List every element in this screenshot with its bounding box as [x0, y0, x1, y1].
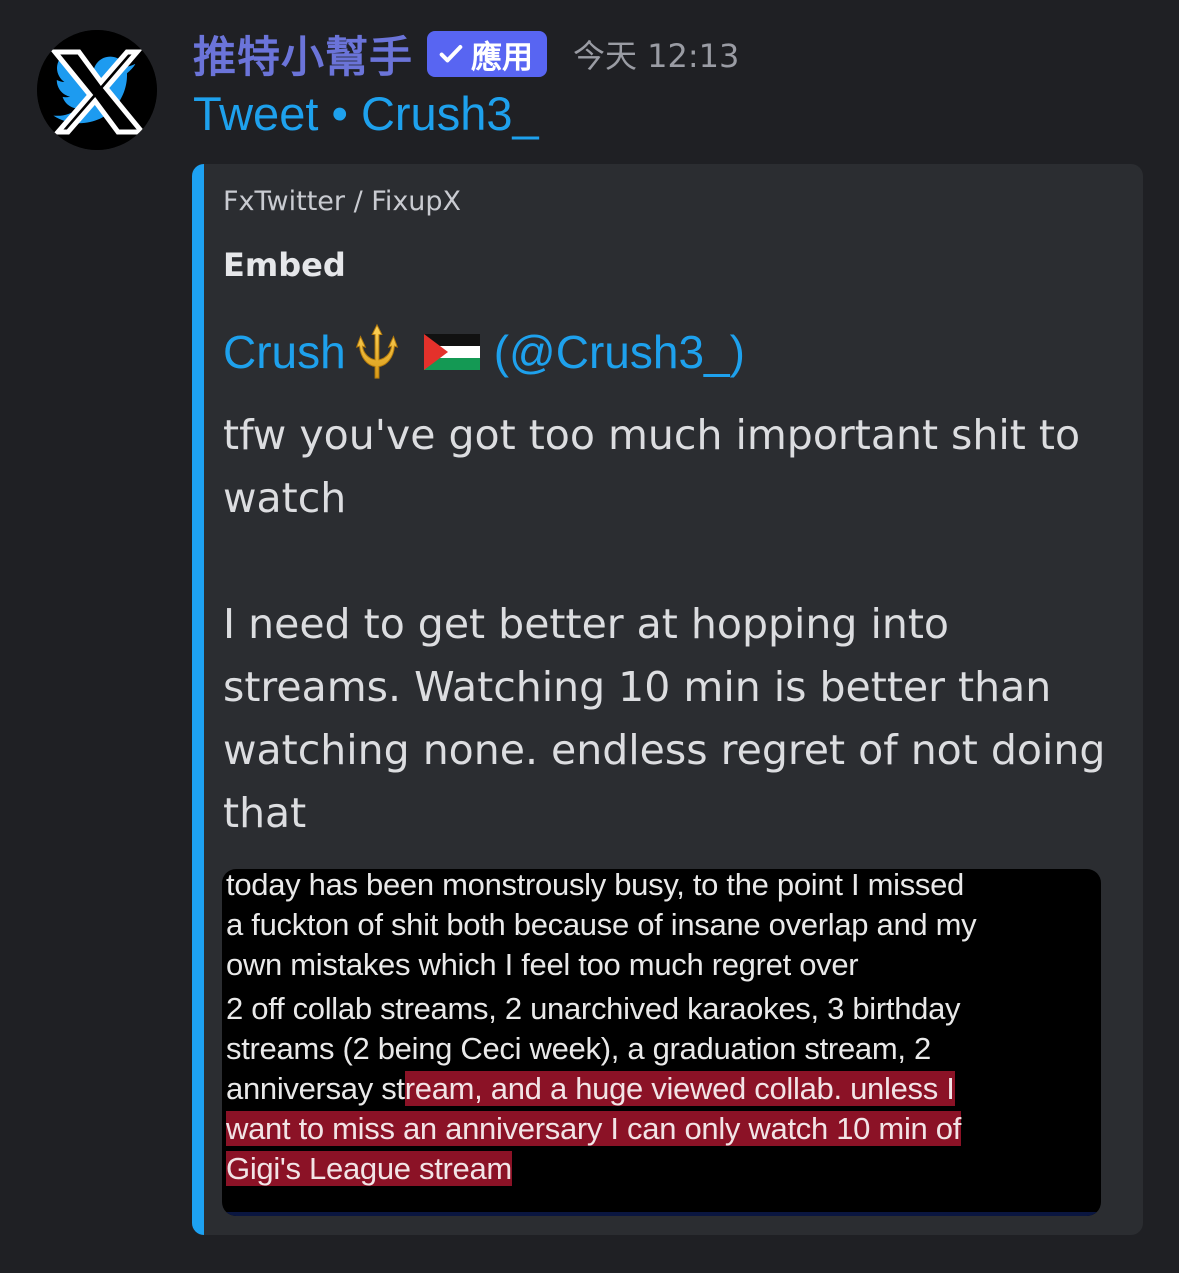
palestine-flag-icon — [423, 334, 480, 370]
message-header: 推特小幫手 應用 今天 12:13 — [193, 23, 739, 85]
message-subtitle-link[interactable]: Tweet • Crush3_ — [193, 86, 539, 141]
image-paragraph-2: 2 off collab streams, 2 unarchived karao… — [226, 989, 961, 1189]
image-text-highlight: ream, and a huge viewed collab. unless I — [404, 1071, 955, 1106]
image-text-line: streams (2 being Ceci week), a graduatio… — [226, 1031, 931, 1066]
x-twitter-logo-icon — [37, 30, 157, 150]
image-text-highlight: want to miss an anniversary I can only w… — [226, 1111, 962, 1146]
checkmark-icon — [439, 45, 463, 63]
embed-accent-bar — [192, 164, 204, 1235]
username[interactable]: 推特小幫手 — [193, 23, 413, 85]
chat-message: 推特小幫手 應用 今天 12:13 Tweet • Crush3_ FxTwit… — [0, 0, 1179, 1273]
embed-title: Embed — [223, 246, 346, 284]
app-badge: 應用 — [427, 31, 547, 77]
image-bottom-edge — [222, 1212, 1101, 1216]
embed-author-link[interactable]: Crush (@Crush3_) — [223, 322, 745, 382]
embed-provider[interactable]: FxTwitter / FixupX — [223, 186, 461, 217]
author-name: Crush — [223, 326, 346, 378]
image-text-line: 2 off collab streams, 2 unarchived karao… — [226, 991, 961, 1026]
app-badge-label: 應用 — [471, 39, 533, 76]
image-text-line: today has been monstrously busy, to the … — [226, 869, 964, 902]
message-timestamp[interactable]: 今天 12:13 — [573, 31, 739, 77]
image-text-highlight: Gigi's League stream — [226, 1151, 512, 1186]
image-text-plain: anniversay st — [226, 1071, 405, 1106]
trident-icon — [355, 323, 398, 379]
tweet-embed: FxTwitter / FixupX Embed Crush (@Crush3_… — [192, 164, 1143, 1235]
image-text-line: own mistakes which I feel too much regre… — [226, 947, 859, 982]
image-paragraph-1: today has been monstrously busy, to the … — [226, 869, 977, 985]
bot-avatar[interactable] — [37, 30, 157, 150]
author-handle: (@Crush3_) — [493, 326, 745, 378]
image-text-line: a fuckton of shit both because of insane… — [226, 907, 977, 942]
image-text-line-mixed: anniversay stream, and a huge viewed col… — [226, 1069, 961, 1109]
tweet-text: tfw you've got too much important shit t… — [223, 411, 1106, 837]
image-text-line-highlight: Gigi's League stream — [226, 1149, 961, 1189]
tweet-image[interactable]: today has been monstrously busy, to the … — [222, 869, 1101, 1216]
image-text-line-highlight: want to miss an anniversary I can only w… — [226, 1109, 961, 1149]
